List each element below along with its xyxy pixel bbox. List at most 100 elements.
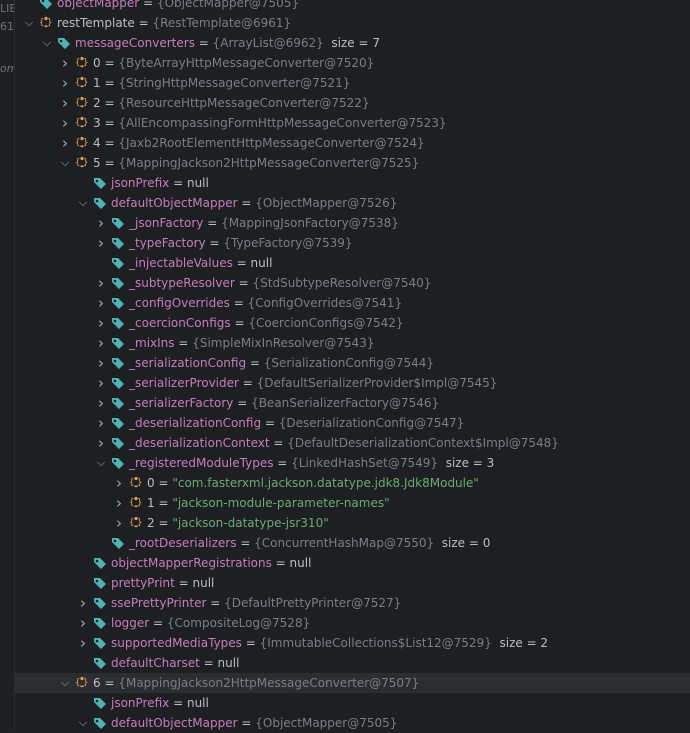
tree-row[interactable]: ⌵ _registeredModuleTypes = {LinkedHashSet… (15, 453, 690, 473)
tree-row[interactable]: ⌵ {} 5 = {MappingJackson2HttpMessageConver… (15, 153, 690, 173)
chevron-right-icon[interactable]: › (95, 213, 107, 233)
variable-type: {ObjectMapper@7505} (255, 716, 398, 730)
variable-name: jsonPrefix (111, 176, 170, 190)
variable-type: {CompositeLog@7528} (166, 616, 311, 630)
field-icon (94, 598, 106, 609)
chevron-right-icon[interactable]: › (59, 113, 71, 133)
chevron-right-icon[interactable]: › (95, 273, 107, 293)
chevron-right-icon[interactable]: › (95, 393, 107, 413)
chevron-right-icon[interactable]: › (59, 73, 71, 93)
tree-row[interactable]: › _jsonFactory = {MappingJsonFactory@7538… (15, 213, 690, 233)
object-icon: {} (75, 156, 88, 168)
chevron-down-icon[interactable]: ⌵ (41, 33, 53, 53)
chevron-right-icon[interactable]: › (95, 333, 107, 353)
tree-row[interactable]: › supportedMediaTypes = {ImmutableCollect… (15, 633, 690, 653)
variable-name: _injectableValues (129, 256, 233, 270)
tree-row-text: _rootDeserializers = {ConcurrentHashMap@… (129, 533, 490, 553)
tree-row-text: 2 = {ResourceHttpMessageConverter@7522} (93, 93, 370, 113)
chevron-right-icon[interactable]: › (77, 593, 89, 613)
tree-row[interactable]: › _serializationConfig = {SerializationCo… (15, 353, 690, 373)
variable-name: _rootDeserializers (129, 536, 237, 550)
tree-row-text: 2 = "jackson-datatype-jsr310" (147, 513, 329, 533)
chevron-right-icon[interactable]: › (95, 373, 107, 393)
tree-row[interactable]: › _configOverrides = {ConfigOverrides@754… (15, 293, 690, 313)
equals-sign: = (169, 176, 187, 190)
tree-row-text: _coercionConfigs = {CoercionConfigs@7542… (129, 313, 404, 333)
chevron-right-icon[interactable]: › (59, 93, 71, 113)
tree-row[interactable]: ⌵ defaultObjectMapper = {ObjectMapper@750… (15, 713, 690, 733)
tree-row[interactable]: ⌵ defaultObjectMapper = {ObjectMapper@752… (15, 193, 690, 213)
tree-row[interactable]: defaultCharset = null (15, 653, 690, 673)
tree-row[interactable]: › {} 0 = "com.fasterxml.jackson.datatype.j… (15, 473, 690, 493)
tree-row[interactable]: › _serializerFactory = {BeanSerializerFac… (15, 393, 690, 413)
chevron-right-icon[interactable]: › (59, 133, 71, 153)
tree-row[interactable]: › _deserializationConfig = {Deserializati… (15, 413, 690, 433)
chevron-right-icon[interactable]: › (95, 293, 107, 313)
variable-name: defaultObjectMapper (111, 716, 238, 730)
chevron-right-icon[interactable]: › (113, 493, 125, 513)
tree-row[interactable]: ⌵ {} restTemplate = {RestTemplate@6961} (15, 13, 690, 33)
svg-text:}: } (137, 518, 142, 528)
field-icon (112, 338, 124, 349)
equals-sign: = (238, 376, 257, 390)
tree-row[interactable]: › {} 0 = {ByteArrayHttpMessageConverter@75… (15, 53, 690, 73)
tree-row[interactable]: › _coercionConfigs = {CoercionConfigs@754… (15, 313, 690, 333)
chevron-right-icon[interactable]: › (77, 633, 89, 653)
chevron-right-icon[interactable]: › (95, 433, 107, 453)
variable-name: _serializerProvider (129, 376, 239, 390)
collection-size: size = 2 (499, 636, 549, 650)
svg-text:}: } (137, 498, 142, 508)
equals-sign: = (205, 236, 224, 250)
svg-text:{: { (75, 138, 80, 148)
chevron-right-icon[interactable]: › (95, 233, 107, 253)
chevron-right-icon[interactable]: › (77, 613, 89, 633)
chevron-down-icon[interactable]: ⌵ (77, 193, 89, 213)
equals-sign: = (100, 96, 119, 110)
variable-type: {ObjectMapper@7505} (156, 0, 300, 10)
svg-text:{: { (129, 498, 134, 508)
tree-row[interactable]: › _deserializationContext = {DefaultDeser… (15, 433, 690, 453)
equals-sign: = (241, 636, 260, 650)
tree-row[interactable]: › {} 1 = {StringHttpMessageConverter@7521} (15, 73, 690, 93)
tree-row[interactable]: › _mixIns = {SimpleMixInResolver@7543} (15, 333, 690, 353)
chevron-down-icon[interactable]: ⌵ (95, 453, 107, 473)
chevron-right-icon[interactable]: › (95, 413, 107, 433)
variable-type: {SimpleMixInResolver@7543} (192, 336, 375, 350)
tree-row[interactable]: › {} 2 = {ResourceHttpMessageConverter@752… (15, 93, 690, 113)
chevron-right-icon[interactable]: › (95, 353, 107, 373)
tree-row[interactable]: › {} 1 = "jackson-module-parameter-names" (15, 493, 690, 513)
chevron-right-icon[interactable]: › (95, 313, 107, 333)
tree-row[interactable]: _injectableValues = null (15, 253, 690, 273)
chevron-right-icon[interactable]: › (113, 513, 125, 533)
tree-row[interactable]: ⌵ {} 6 = {MappingJackson2HttpMessageConver… (15, 673, 690, 693)
variables-tree[interactable]: objectMapper = {ObjectMapper@7505} ⌵ {} res… (15, 0, 690, 730)
tree-row[interactable]: › {} 4 = {Jaxb2RootElementHttpMessageConve… (15, 133, 690, 153)
tree-row[interactable]: › _typeFactory = {TypeFactory@7539} (15, 233, 690, 253)
chevron-right-icon[interactable]: › (113, 473, 125, 493)
tree-row[interactable]: _rootDeserializers = {ConcurrentHashMap@… (15, 533, 690, 553)
chevron-down-icon[interactable]: ⌵ (59, 673, 71, 693)
tree-row[interactable]: › _subtypeResolver = {StdSubtypeResolver@… (15, 273, 690, 293)
chevron-right-icon[interactable]: › (59, 53, 71, 73)
tree-row[interactable]: jsonPrefix = null (15, 693, 690, 713)
chevron-down-icon[interactable]: ⌵ (77, 713, 89, 733)
svg-text:{: { (129, 478, 134, 488)
tree-row[interactable]: objectMapper = {ObjectMapper@7505} (15, 0, 690, 13)
tree-row[interactable]: › _serializerProvider = {DefaultSerialize… (15, 373, 690, 393)
tree-row[interactable]: › logger = {CompositeLog@7528} (15, 613, 690, 633)
object-icon: {} (75, 76, 88, 88)
tree-row[interactable]: ⌵ messageConverters = {ArrayList@6962} si… (15, 33, 690, 53)
tree-row[interactable]: › {} 2 = "jackson-datatype-jsr310" (15, 513, 690, 533)
variable-name: _deserializationContext (129, 436, 270, 450)
tree-row[interactable]: prettyPrint = null (15, 573, 690, 593)
tree-row[interactable]: jsonPrefix = null (15, 173, 690, 193)
tree-row[interactable]: › {} 3 = {AllEncompassingFormHttpMessageCo… (15, 113, 690, 133)
tree-row[interactable]: objectMapperRegistrations = null (15, 553, 690, 573)
chevron-down-icon[interactable]: ⌵ (23, 13, 35, 33)
variable-name: _coercionConfigs (129, 316, 231, 330)
tree-row[interactable]: › ssePrettyPrinter = {DefaultPrettyPrinte… (15, 593, 690, 613)
svg-text:{: { (75, 118, 80, 128)
chevron-down-icon[interactable]: ⌵ (59, 153, 71, 173)
svg-text:}: } (47, 18, 52, 28)
collection-size: size = 0 (441, 536, 491, 550)
